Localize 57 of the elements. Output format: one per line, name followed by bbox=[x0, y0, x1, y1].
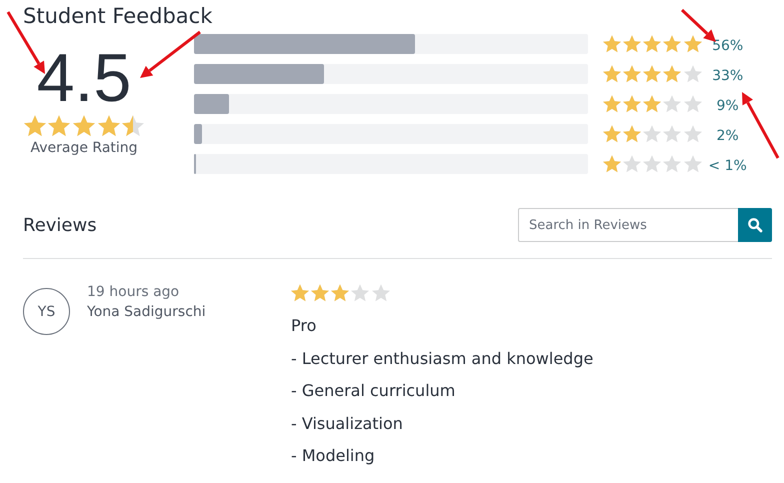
star-icon bbox=[73, 115, 95, 137]
star-icon bbox=[684, 125, 702, 143]
star-icon bbox=[643, 65, 662, 83]
star-icon bbox=[291, 284, 309, 302]
star-icon bbox=[603, 125, 621, 143]
star-icon bbox=[331, 284, 350, 302]
star-icon bbox=[623, 35, 642, 53]
section-title: Student Feedback bbox=[23, 3, 212, 29]
reviews-heading: Reviews bbox=[23, 214, 97, 236]
annotation-arrow bbox=[742, 92, 780, 159]
star-icon bbox=[663, 125, 682, 143]
star-icon bbox=[663, 35, 682, 53]
star-icon bbox=[48, 115, 70, 137]
percentage-link[interactable]: 56% bbox=[712, 38, 744, 54]
star-icon bbox=[603, 65, 621, 83]
star-icon bbox=[663, 65, 682, 83]
star-icon bbox=[684, 95, 702, 113]
star-icon bbox=[603, 155, 621, 173]
star-icon bbox=[663, 95, 682, 113]
star-icon bbox=[603, 95, 621, 113]
star-icon bbox=[623, 65, 642, 83]
search-button[interactable] bbox=[738, 208, 772, 242]
star-icon bbox=[663, 155, 682, 173]
review-text-line: Pro bbox=[291, 315, 318, 337]
annotation-arrow bbox=[140, 30, 201, 78]
percentage-link[interactable]: 2% bbox=[716, 128, 739, 144]
star-icon bbox=[24, 115, 46, 137]
search-icon bbox=[747, 217, 763, 233]
average-rating-label: Average Rating bbox=[30, 140, 138, 156]
user-avatar: YS bbox=[23, 288, 70, 335]
review-text-line: - Visualization bbox=[291, 412, 404, 434]
percentage-link[interactable]: 9% bbox=[716, 98, 739, 114]
star-icon bbox=[623, 125, 642, 143]
star-icon bbox=[623, 155, 642, 173]
percentage-link[interactable]: < 1% bbox=[708, 158, 747, 174]
average-score: 4.5 bbox=[36, 41, 132, 115]
star-icon bbox=[684, 65, 702, 83]
star-icon bbox=[643, 95, 662, 113]
star-icon bbox=[122, 115, 144, 137]
review-text-line: - Modeling bbox=[291, 445, 376, 467]
star-icon bbox=[98, 115, 120, 137]
review-author: Yona Sadigurschi bbox=[87, 304, 207, 320]
review-text-line: - General curriculum bbox=[291, 380, 456, 402]
percentage-link[interactable]: 33% bbox=[712, 68, 744, 84]
star-icon bbox=[684, 155, 702, 173]
search-field[interactable]: Search in Reviews bbox=[518, 208, 738, 242]
star-icon bbox=[643, 155, 662, 173]
star-icon bbox=[643, 35, 662, 53]
review-text-line: - Lecturer enthusiasm and knowledge bbox=[291, 348, 594, 370]
star-icon bbox=[351, 284, 370, 302]
star-icon bbox=[684, 35, 702, 53]
star-icon bbox=[372, 284, 390, 302]
star-icon bbox=[311, 284, 330, 302]
star-icon bbox=[603, 35, 621, 53]
review-time: 19 hours ago bbox=[87, 284, 180, 300]
star-icon bbox=[643, 125, 662, 143]
star-icon bbox=[623, 95, 642, 113]
